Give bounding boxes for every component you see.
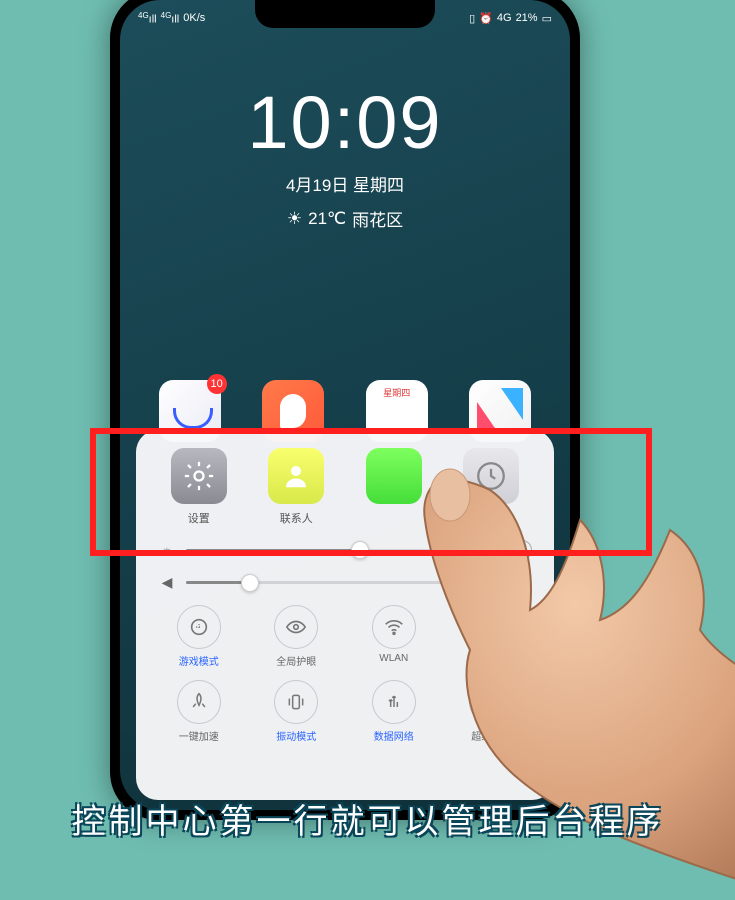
badge: 10: [207, 374, 227, 394]
toggle-game-mode[interactable]: 游戏模式: [150, 605, 248, 668]
brightness-track[interactable]: [186, 549, 502, 552]
screenshot-icon: [469, 680, 513, 724]
battery-pct: 21%: [516, 12, 538, 24]
app-icon: [366, 448, 422, 504]
toggle-boost[interactable]: 一键加速: [150, 680, 248, 743]
eye-icon: [274, 605, 318, 649]
app-label: 闹钟时钟: [469, 510, 513, 526]
clock-date: 4月19日 星期四: [120, 171, 570, 196]
net-speed: 0K/s: [183, 12, 205, 24]
recent-apps-row: 设置 联系人: [150, 448, 540, 526]
alarm-icon: ⏰: [479, 12, 493, 25]
clock-time: 10:09: [120, 80, 570, 165]
vibrate-icon: [274, 680, 318, 724]
control-center: 设置 联系人: [136, 430, 554, 800]
wifi-icon: [372, 605, 416, 649]
gamepad-icon: [177, 605, 221, 649]
clock-widget: 10:09 4月19日 星期四 ☀ 21℃ 雨花区: [120, 80, 570, 231]
brightness-low-icon: ☼: [158, 542, 176, 558]
data-icon: [372, 680, 416, 724]
phone-screen: 4Gıll 4Gıll 0K/s 10:09 ▯ ⏰ 4G 21% ▭ 10:0…: [120, 0, 570, 810]
toggle-wlan[interactable]: WLAN: [345, 605, 443, 668]
battery-icon: ▭: [542, 12, 552, 25]
app-label: 联系人: [280, 510, 313, 526]
volume-track[interactable]: [186, 581, 504, 584]
clock-icon: [463, 448, 519, 504]
recent-app-contacts[interactable]: 联系人: [261, 448, 331, 526]
toggle-flashlight[interactable]: 手: [443, 605, 541, 668]
volume-slider[interactable]: ◀ ◀): [158, 574, 532, 591]
toggle-data[interactable]: 数据网络: [345, 680, 443, 743]
recent-app-hidden[interactable]: [359, 448, 429, 526]
flashlight-icon: [469, 605, 513, 649]
recent-app-clock[interactable]: 闹钟时钟: [456, 448, 526, 526]
recent-app-settings[interactable]: 设置: [164, 448, 234, 526]
weather-temp: 21℃: [308, 209, 346, 229]
app-label: 设置: [188, 510, 210, 526]
vibrate-icon: ▯: [469, 12, 475, 25]
rocket-icon: [177, 680, 221, 724]
gear-icon: [171, 448, 227, 504]
toggle-eye-care[interactable]: 全局护眼: [248, 605, 346, 668]
toggle-screenshot[interactable]: 超级截屏: [443, 680, 541, 743]
person-icon: [268, 448, 324, 504]
auto-brightness-icon[interactable]: A: [512, 540, 532, 560]
brightness-slider[interactable]: ☼ A: [158, 540, 532, 560]
notch: [255, 0, 435, 28]
toggle-grid: 游戏模式 全局护眼 WLAN: [150, 605, 540, 743]
weather-location: 雨花区: [352, 206, 403, 231]
volume-low-icon: ◀: [158, 574, 176, 591]
toggle-vibrate[interactable]: 振动模式: [248, 680, 346, 743]
clock-weather: ☀ 21℃ 雨花区: [120, 206, 570, 231]
caption-text: 控制中心第一行就可以管理后台程序: [0, 794, 735, 843]
phone-frame: 4Gıll 4Gıll 0K/s 10:09 ▯ ⏰ 4G 21% ▭ 10:0…: [110, 0, 580, 820]
signal-icon: 4Gıll: [138, 11, 157, 26]
signal-icon-2: 4Gıll: [161, 11, 180, 26]
status-net: 4G: [497, 12, 512, 24]
weather-icon: ☀: [287, 209, 302, 229]
volume-high-icon: ◀): [514, 574, 532, 591]
